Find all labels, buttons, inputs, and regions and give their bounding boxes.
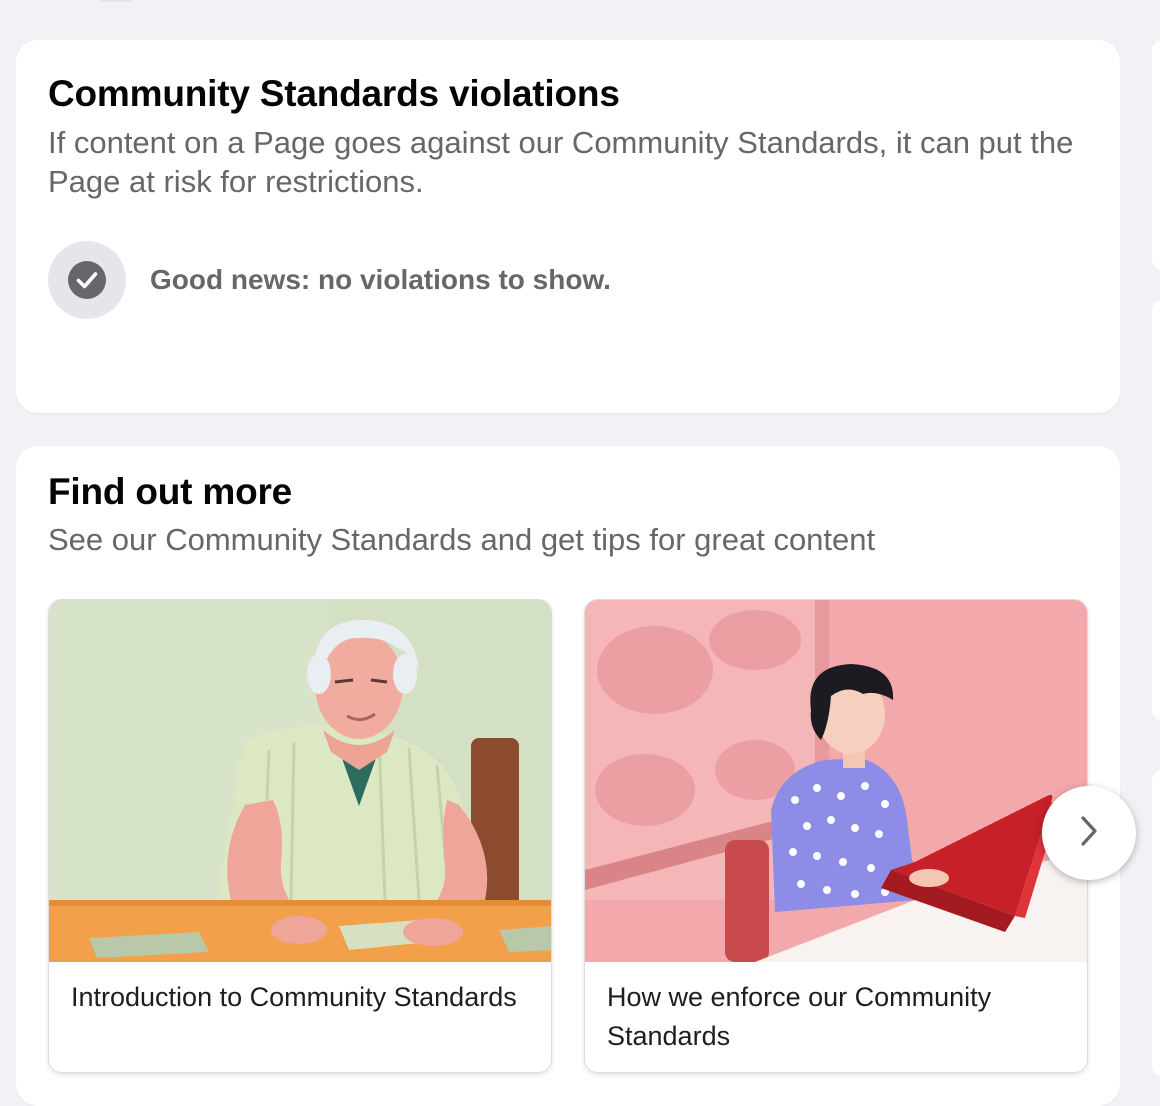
violations-status: Good news: no violations to show. xyxy=(48,241,611,319)
resource-card-introduction[interactable]: Introduction to Community Standards xyxy=(48,599,552,1073)
checkmark-circle-icon xyxy=(48,241,126,319)
woman-at-laptop-illustration xyxy=(585,600,1087,962)
chevron-right-icon xyxy=(1075,813,1103,854)
find-out-more-card: Find out more See our Community Standard… xyxy=(16,446,1120,1106)
resource-card-enforcement[interactable]: How we enforce our Community Standards xyxy=(584,599,1088,1073)
find-out-more-subtitle: See our Community Standards and get tips… xyxy=(48,522,876,557)
avatar-edge xyxy=(96,0,136,2)
violations-description: If content on a Page goes against our Co… xyxy=(48,125,1074,199)
community-standards-violations-card: Community Standards violations If conten… xyxy=(16,40,1120,413)
right-column-card xyxy=(1152,300,1160,720)
violations-title: Community Standards violations xyxy=(48,73,620,114)
resource-label: How we enforce our Community Standards xyxy=(607,982,992,1051)
man-at-desk-illustration xyxy=(49,600,551,962)
status-message: Good news: no violations to show. xyxy=(150,264,611,295)
find-out-more-title: Find out more xyxy=(48,471,293,512)
carousel-next-button[interactable] xyxy=(1042,786,1136,880)
resource-label: Introduction to Community Standards xyxy=(71,982,517,1012)
right-column-card xyxy=(1152,770,1160,1076)
right-column-card xyxy=(1152,40,1160,270)
